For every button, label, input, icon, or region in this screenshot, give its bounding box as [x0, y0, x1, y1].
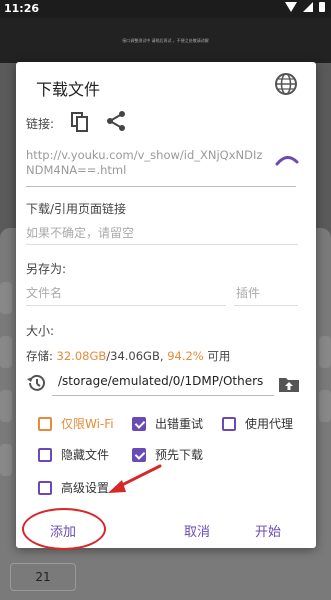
background-row — [319, 390, 331, 422]
copy-icon[interactable] — [71, 112, 89, 132]
save-as-label: 另存为: — [26, 262, 67, 276]
referer-underline — [26, 244, 298, 245]
background-row — [0, 282, 12, 314]
option-advanced[interactable]: 高级设置 — [38, 479, 109, 496]
background-row — [0, 336, 12, 368]
background-banner-text: 接口调整测试中 请稍后再试 ，不便之处敬请谅解 — [122, 38, 209, 43]
storage-info: 存储: 32.08GB/34.06GB, 94.2% 可用 — [26, 348, 230, 364]
use-proxy-label: 使用代理 — [245, 417, 294, 431]
storage-free: 32.08GB — [56, 349, 107, 363]
url-field[interactable]: http://v.youku.com/v_show/id_XNjQxNDIzND… — [26, 148, 266, 178]
battery-icon — [319, 2, 325, 12]
plugin-input[interactable]: 插件 — [236, 284, 260, 301]
hide-file-checkbox[interactable] — [38, 447, 52, 462]
status-bar: 11:26 — [0, 0, 331, 18]
background-number-box[interactable]: 21 — [10, 563, 76, 591]
background-row — [319, 336, 331, 368]
url-underline — [26, 186, 296, 187]
background-row — [0, 444, 12, 476]
retry-on-error-checkbox[interactable] — [132, 416, 146, 431]
wifi-icon — [285, 2, 297, 12]
advanced-checkbox[interactable] — [38, 480, 52, 495]
referer-label: 下载/引用页面链接 — [26, 202, 127, 216]
referer-input[interactable]: 如果不确定，请留空 — [26, 224, 134, 241]
option-pre-download[interactable]: 预先下载 — [132, 446, 203, 463]
wifi-only-label: 仅限Wi-Fi — [61, 417, 114, 431]
plugin-underline — [234, 305, 298, 306]
start-button[interactable]: 开始 — [255, 521, 281, 540]
globe-icon[interactable] — [274, 72, 298, 96]
advanced-label: 高级设置 — [61, 481, 110, 495]
storage-prefix: 存储: — [26, 349, 57, 363]
status-icons — [285, 2, 325, 12]
share-icon[interactable] — [106, 110, 126, 132]
filename-input[interactable]: 文件名 — [26, 284, 62, 301]
dialog-title: 下载文件 — [36, 80, 101, 99]
option-wifi-only[interactable]: 仅限Wi-Fi — [38, 415, 114, 432]
storage-suffix: 可用 — [203, 349, 231, 363]
background-row — [0, 390, 12, 422]
filename-underline — [26, 305, 226, 306]
folder-upload-icon[interactable] — [278, 375, 300, 393]
signal-icon — [303, 2, 313, 12]
path-underline — [52, 395, 274, 396]
pre-download-label: 预先下载 — [155, 448, 204, 462]
retry-on-error-label: 出错重试 — [155, 417, 204, 431]
use-proxy-checkbox[interactable] — [222, 416, 236, 431]
hide-file-label: 隐藏文件 — [61, 448, 110, 462]
status-time: 11:26 — [4, 2, 40, 15]
wifi-only-checkbox[interactable] — [38, 416, 52, 431]
option-use-proxy[interactable]: 使用代理 — [222, 415, 293, 432]
cancel-button[interactable]: 取消 — [184, 521, 210, 540]
history-icon[interactable] — [26, 373, 46, 393]
pre-download-checkbox[interactable] — [132, 447, 146, 462]
storage-total: /34.06GB, — [106, 349, 168, 363]
add-button[interactable]: 添加 — [50, 521, 76, 540]
size-label: 大小: — [26, 324, 55, 338]
save-path-field[interactable]: /storage/emulated/0/1DMP/Others — [58, 374, 263, 388]
download-dialog: 下载文件 链接: http://v.youku.com/v_show/id_XN… — [16, 62, 316, 550]
link-label: 链接: — [26, 117, 55, 131]
spinner-icon — [275, 156, 299, 166]
storage-percent: 94.2% — [167, 349, 204, 363]
option-hide-file[interactable]: 隐藏文件 — [38, 446, 109, 463]
option-retry-on-error[interactable]: 出错重试 — [132, 415, 203, 432]
